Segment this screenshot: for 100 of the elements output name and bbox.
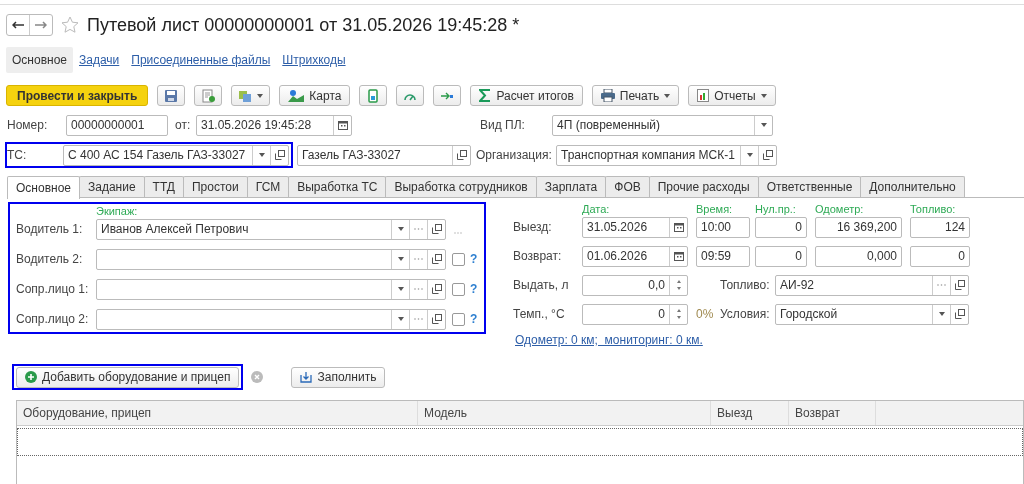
caret-icon	[397, 257, 404, 261]
input-field[interactable]	[96, 308, 446, 330]
input-field[interactable]: 0,0	[582, 274, 688, 296]
percent-value: 0%	[696, 307, 715, 321]
tab[interactable]: Зарплата	[535, 176, 607, 197]
help-mark[interactable]: ?	[470, 282, 478, 296]
copy-button[interactable]	[231, 85, 271, 106]
download-icon	[300, 371, 313, 383]
transfer-button[interactable]	[433, 85, 462, 106]
input-field[interactable]: 0	[582, 303, 688, 325]
tab[interactable]: ГСМ	[246, 176, 290, 197]
open-icon	[431, 284, 442, 294]
column-header[interactable]: Выезд	[711, 401, 789, 425]
input-field[interactable]: 16 369,200	[815, 216, 902, 238]
calendar-icon	[673, 222, 684, 232]
open-button[interactable]	[427, 219, 445, 239]
open-button[interactable]	[452, 145, 470, 165]
input-field[interactable]: 0	[910, 245, 970, 267]
back-icon	[12, 21, 24, 29]
input-field[interactable]: Городской	[775, 303, 969, 325]
calendar-button[interactable]	[669, 217, 687, 237]
column-header[interactable]: Возврат	[789, 401, 876, 425]
navigation-buttons[interactable]	[6, 14, 53, 36]
input-field[interactable]	[96, 248, 446, 270]
phone-button[interactable]	[359, 85, 388, 106]
open-button[interactable]	[427, 309, 445, 329]
tab[interactable]: Основное	[7, 176, 80, 199]
field-label: Номер:	[7, 118, 49, 132]
field-label: Выезд:	[513, 220, 553, 234]
input-field[interactable]: 09:59	[696, 245, 750, 267]
input-field[interactable]: 31.05.2026 19:45:28	[196, 114, 352, 136]
print-button[interactable]: Печать	[591, 85, 680, 106]
save-button[interactable]	[157, 85, 186, 106]
input-field[interactable]: Иванов Алексей Петрович	[96, 218, 446, 240]
caret-icon	[760, 123, 767, 127]
checkbox[interactable]	[452, 282, 465, 296]
input-field[interactable]: 124	[910, 216, 970, 238]
column-header[interactable]: Оборудование, прицеп	[17, 401, 418, 425]
post-and-close-button[interactable]: Провести и закрыть	[6, 85, 149, 106]
tab[interactable]: ФОВ	[605, 176, 650, 197]
caret-icon	[664, 93, 671, 98]
input-field[interactable]: 4П (повременный)	[552, 114, 773, 136]
star-icon[interactable]	[61, 16, 79, 34]
fill-button[interactable]: Заполнить	[291, 366, 386, 388]
calendar-button[interactable]	[669, 246, 687, 266]
open-button[interactable]	[427, 279, 445, 299]
input-field[interactable]: 10:00	[696, 216, 750, 238]
report-icon	[697, 89, 710, 102]
section-link[interactable]: Присоединенные файлы	[125, 47, 277, 73]
section-link[interactable]: Задачи	[73, 47, 126, 73]
caret-icon	[397, 317, 404, 321]
open-button[interactable]	[950, 304, 968, 324]
input-field[interactable]	[96, 278, 446, 300]
checkbox[interactable]	[452, 252, 465, 266]
sigma-icon	[479, 89, 492, 102]
help-mark[interactable]: ?	[470, 312, 478, 326]
odometer-link[interactable]: Одометр: 0 км; мониторинг: 0 км.	[515, 333, 703, 347]
tab[interactable]: ТТД	[143, 176, 184, 197]
map-button[interactable]: Карта	[279, 85, 351, 106]
column-heading: Нул.пр.:	[755, 203, 797, 215]
open-button[interactable]	[950, 275, 968, 295]
calendar-button[interactable]	[333, 115, 351, 135]
column-header[interactable]: Модель	[418, 401, 711, 425]
section-link[interactable]: Основное	[6, 47, 73, 73]
section-link[interactable]: Штрихкоды	[276, 47, 352, 73]
tab[interactable]: Задание	[79, 176, 145, 197]
input-field[interactable]: 0	[755, 245, 807, 267]
input-field[interactable]: 31.05.2026	[582, 216, 688, 238]
open-icon	[954, 309, 965, 319]
input-field[interactable]: 0	[755, 216, 807, 238]
input-field[interactable]: АИ-92	[775, 274, 969, 296]
tab[interactable]: Прочие расходы	[648, 176, 759, 197]
input-field[interactable]: 00000000001	[66, 114, 168, 136]
input-field[interactable]: 01.06.2026	[582, 245, 688, 267]
open-icon	[431, 224, 442, 234]
empty-row[interactable]	[17, 428, 1023, 456]
tab[interactable]: Простои	[183, 176, 248, 197]
open-icon	[274, 150, 285, 160]
input-field[interactable]: Транспортная компания МСК-1	[556, 144, 777, 166]
input-field[interactable]: Газель ГАЗ-33027	[297, 144, 471, 166]
open-button[interactable]	[270, 145, 288, 165]
open-button[interactable]	[758, 145, 776, 165]
tab[interactable]: Ответственные	[757, 176, 862, 197]
open-button[interactable]	[427, 249, 445, 269]
gauge-button[interactable]	[396, 85, 425, 106]
tab[interactable]: Выработка ТС	[288, 176, 387, 197]
document-button[interactable]	[194, 85, 223, 106]
checkbox[interactable]	[452, 312, 465, 326]
field-label: от:	[175, 118, 192, 132]
calculate-totals-button[interactable]: Расчет итогов	[470, 85, 583, 106]
caret-icon	[746, 153, 753, 157]
tab[interactable]: Дополнительно	[860, 176, 965, 197]
input-field[interactable]: 0,000	[815, 245, 902, 267]
window-title: Путевой лист 00000000001 от 31.05.2026 19:45:28 *	[87, 14, 520, 36]
reports-button[interactable]: Отчеты	[688, 85, 776, 106]
input-field[interactable]: С 400 АС 154 Газель ГАЗ-33027	[63, 144, 289, 166]
help-mark[interactable]: ?	[470, 252, 478, 266]
add-equipment-button[interactable]: Добавить оборудование и прицеп	[16, 366, 240, 388]
column-heading: Дата:	[582, 203, 611, 215]
tab[interactable]: Выработка сотрудников	[385, 176, 537, 197]
